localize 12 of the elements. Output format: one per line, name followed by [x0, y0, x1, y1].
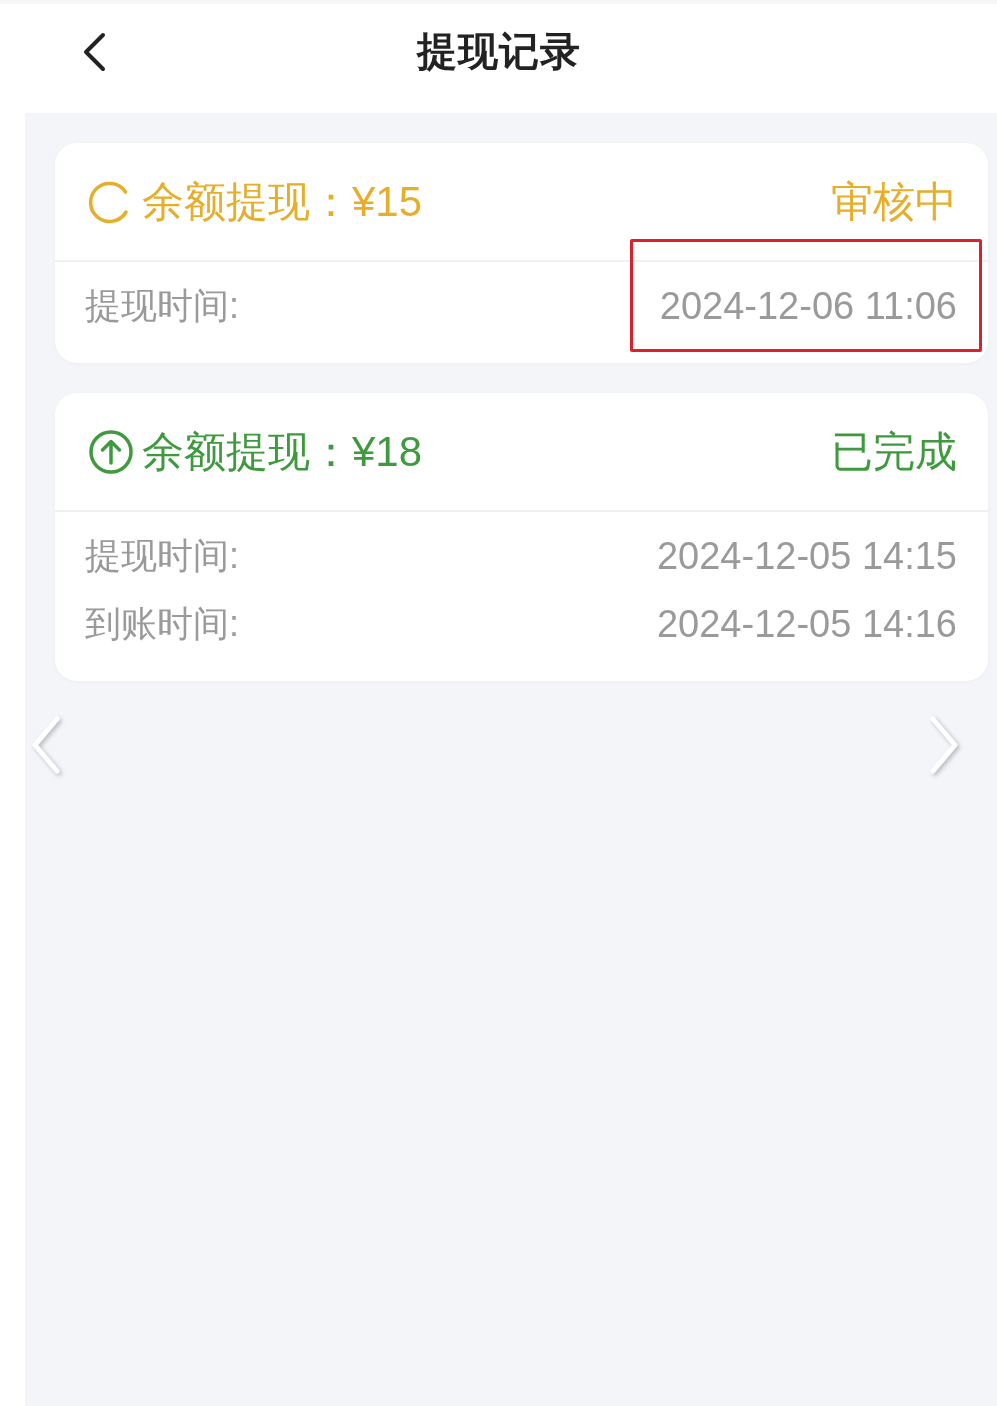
withdrawal-amount: 余额提现：¥15: [142, 176, 423, 227]
page-title: 提现记录: [416, 28, 581, 75]
time-label: 到账时间:: [85, 601, 239, 646]
withdrawal-amount: 余额提现：¥18: [142, 426, 423, 477]
time-label: 提现时间:: [85, 283, 239, 328]
time-value: 2024-12-06 11:06: [659, 284, 957, 328]
time-value: 2024-12-05 14:15: [656, 534, 957, 578]
time-label: 提现时间:: [85, 533, 239, 578]
withdrawal-status: 审核中: [831, 176, 957, 227]
withdrawal-status: 已完成: [831, 426, 957, 477]
arrow-up-circle-icon: [88, 428, 134, 475]
time-value: 2024-12-05 14:16: [656, 602, 957, 646]
